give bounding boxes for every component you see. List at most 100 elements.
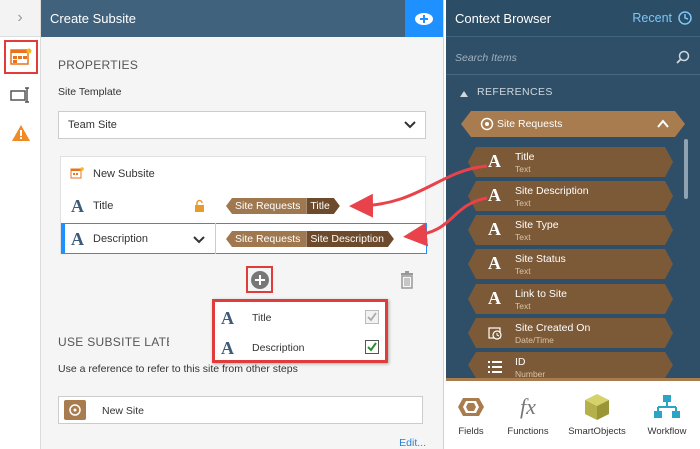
site-template-value: Team Site bbox=[68, 119, 117, 131]
plus-circle-icon bbox=[250, 270, 269, 289]
title-row[interactable]: A Title Site Requests Title bbox=[61, 191, 427, 221]
site-requests-group[interactable]: Site Requests bbox=[461, 111, 685, 137]
description-label: Description bbox=[93, 233, 149, 245]
number-icon bbox=[488, 361, 502, 376]
subsite-icon[interactable] bbox=[4, 40, 38, 74]
expand-chevron-icon[interactable]: › bbox=[0, 0, 40, 37]
title-label: Title bbox=[93, 200, 114, 212]
item-type: Text bbox=[515, 301, 531, 311]
new-site-reference-field[interactable]: New Site bbox=[58, 396, 423, 424]
clock-icon[interactable] bbox=[678, 11, 692, 28]
reference-item-title[interactable]: A Title Text bbox=[468, 147, 673, 177]
item-type: Text bbox=[515, 164, 531, 174]
trash-icon[interactable] bbox=[400, 271, 414, 292]
item-type: Text bbox=[515, 198, 531, 208]
tab-workflow[interactable]: Workflow bbox=[637, 391, 697, 437]
reference-item-link-to-site[interactable]: A Link to Site Text bbox=[468, 284, 673, 314]
text-type-icon: A bbox=[221, 308, 234, 328]
title-tag-source: Site Requests bbox=[226, 198, 307, 214]
tab-smartobjects[interactable]: SmartObjects bbox=[567, 391, 627, 437]
item-name: Site Description bbox=[515, 185, 589, 197]
reference-item-site-type[interactable]: A Site Type Text bbox=[468, 215, 673, 245]
reference-icon bbox=[64, 400, 86, 420]
search-input[interactable]: Search Items bbox=[446, 44, 700, 72]
lock-icon bbox=[194, 199, 205, 215]
site-template-label: Site Template bbox=[58, 86, 122, 98]
search-icon[interactable] bbox=[676, 50, 690, 67]
use-later-heading: USE SUBSITE LATER bbox=[58, 335, 169, 349]
fields-icon bbox=[441, 391, 501, 423]
item-name: Site Type bbox=[515, 219, 559, 231]
description-tag-field: Site Description bbox=[306, 231, 394, 247]
collapse-triangle-icon[interactable] bbox=[460, 88, 468, 100]
popup-item-label: Title bbox=[252, 312, 272, 324]
use-later-description: Use a reference to refer to this site fr… bbox=[58, 363, 298, 375]
disabled-checkbox bbox=[365, 310, 379, 324]
item-type: Date/Time bbox=[515, 335, 554, 345]
item-type: Text bbox=[515, 266, 531, 276]
item-name: Title bbox=[515, 151, 535, 163]
popup-item-title[interactable]: A Title bbox=[215, 303, 385, 332]
description-tag-source: Site Requests bbox=[226, 231, 307, 247]
new-site-value: New Site bbox=[102, 405, 145, 417]
add-icon[interactable] bbox=[405, 0, 443, 37]
title-reference-tag[interactable]: Site Requests Title bbox=[226, 198, 340, 214]
warning-icon[interactable] bbox=[4, 116, 38, 150]
item-type: Text bbox=[515, 232, 531, 242]
text-icon: A bbox=[488, 253, 501, 273]
left-rail: › bbox=[0, 0, 41, 449]
site-template-dropdown[interactable]: Team Site bbox=[58, 111, 426, 139]
text-icon: A bbox=[488, 185, 501, 205]
reference-item-site-created-on[interactable]: Site Created On Date/Time bbox=[468, 318, 673, 348]
popup-item-label: Description bbox=[252, 342, 305, 354]
chevron-down-icon bbox=[404, 118, 416, 133]
item-name: Site Status bbox=[515, 253, 566, 265]
text-icon: A bbox=[488, 219, 501, 239]
text-icon: A bbox=[488, 151, 501, 171]
text-type-icon: A bbox=[221, 338, 234, 358]
tab-label: Fields bbox=[458, 426, 484, 437]
context-browser-title: Context Browser bbox=[455, 10, 552, 26]
search-placeholder: Search Items bbox=[455, 52, 517, 64]
description-reference-tag[interactable]: Site Requests Site Description bbox=[226, 231, 394, 247]
edit-link[interactable]: Edit... bbox=[399, 437, 426, 449]
tab-functions[interactable]: fx Functions bbox=[498, 391, 558, 437]
group-label: Site Requests bbox=[497, 118, 563, 130]
context-browser: Context Browser Recent Search Items REFE… bbox=[446, 0, 700, 449]
tab-fields[interactable]: Fields bbox=[441, 391, 501, 437]
popup-item-description[interactable]: A Description bbox=[215, 333, 385, 362]
panel-title: Create Subsite bbox=[50, 11, 136, 26]
clock-icon bbox=[488, 326, 502, 343]
chevron-down-icon[interactable] bbox=[193, 233, 205, 248]
recent-link[interactable]: Recent bbox=[632, 11, 672, 25]
description-row[interactable]: A Description Site Requests Site Descrip… bbox=[61, 223, 427, 254]
description-checkbox[interactable] bbox=[365, 340, 379, 354]
tab-label: Functions bbox=[507, 426, 549, 437]
workflow-icon bbox=[637, 391, 697, 423]
new-subsite-label: New Subsite bbox=[93, 168, 155, 180]
item-name: Link to Site bbox=[515, 288, 567, 300]
reference-item-site-description[interactable]: A Site Description Text bbox=[468, 181, 673, 211]
tab-label: SmartObjects bbox=[568, 426, 626, 437]
item-name: Site Created On bbox=[515, 322, 591, 334]
new-subsite-row: New Subsite bbox=[61, 159, 427, 189]
add-property-button[interactable] bbox=[246, 266, 273, 293]
property-table: New Subsite A Title Site Requests Title … bbox=[60, 156, 427, 254]
title-tag-field: Title bbox=[306, 198, 339, 214]
field-input-icon[interactable] bbox=[4, 78, 38, 112]
tab-label: Workflow bbox=[647, 426, 687, 437]
references-heading: REFERENCES bbox=[477, 86, 553, 98]
item-name: ID bbox=[515, 356, 526, 368]
properties-heading: PROPERTIES bbox=[58, 58, 139, 72]
text-type-icon: A bbox=[71, 196, 84, 216]
subsite-small-icon bbox=[70, 167, 84, 183]
property-picker-popup: A Title A Description bbox=[212, 299, 388, 363]
chevron-up-icon[interactable] bbox=[657, 119, 669, 132]
scrollbar[interactable] bbox=[684, 139, 688, 199]
text-icon: A bbox=[488, 288, 501, 308]
context-browser-tabs: Fields fx Functions SmartObjects Workflo… bbox=[446, 378, 700, 449]
reference-item-site-status[interactable]: A Site Status Text bbox=[468, 249, 673, 279]
reference-item-id[interactable]: ID Number bbox=[468, 352, 673, 378]
panel-header: Create Subsite bbox=[41, 0, 443, 37]
function-icon: fx bbox=[520, 394, 536, 419]
